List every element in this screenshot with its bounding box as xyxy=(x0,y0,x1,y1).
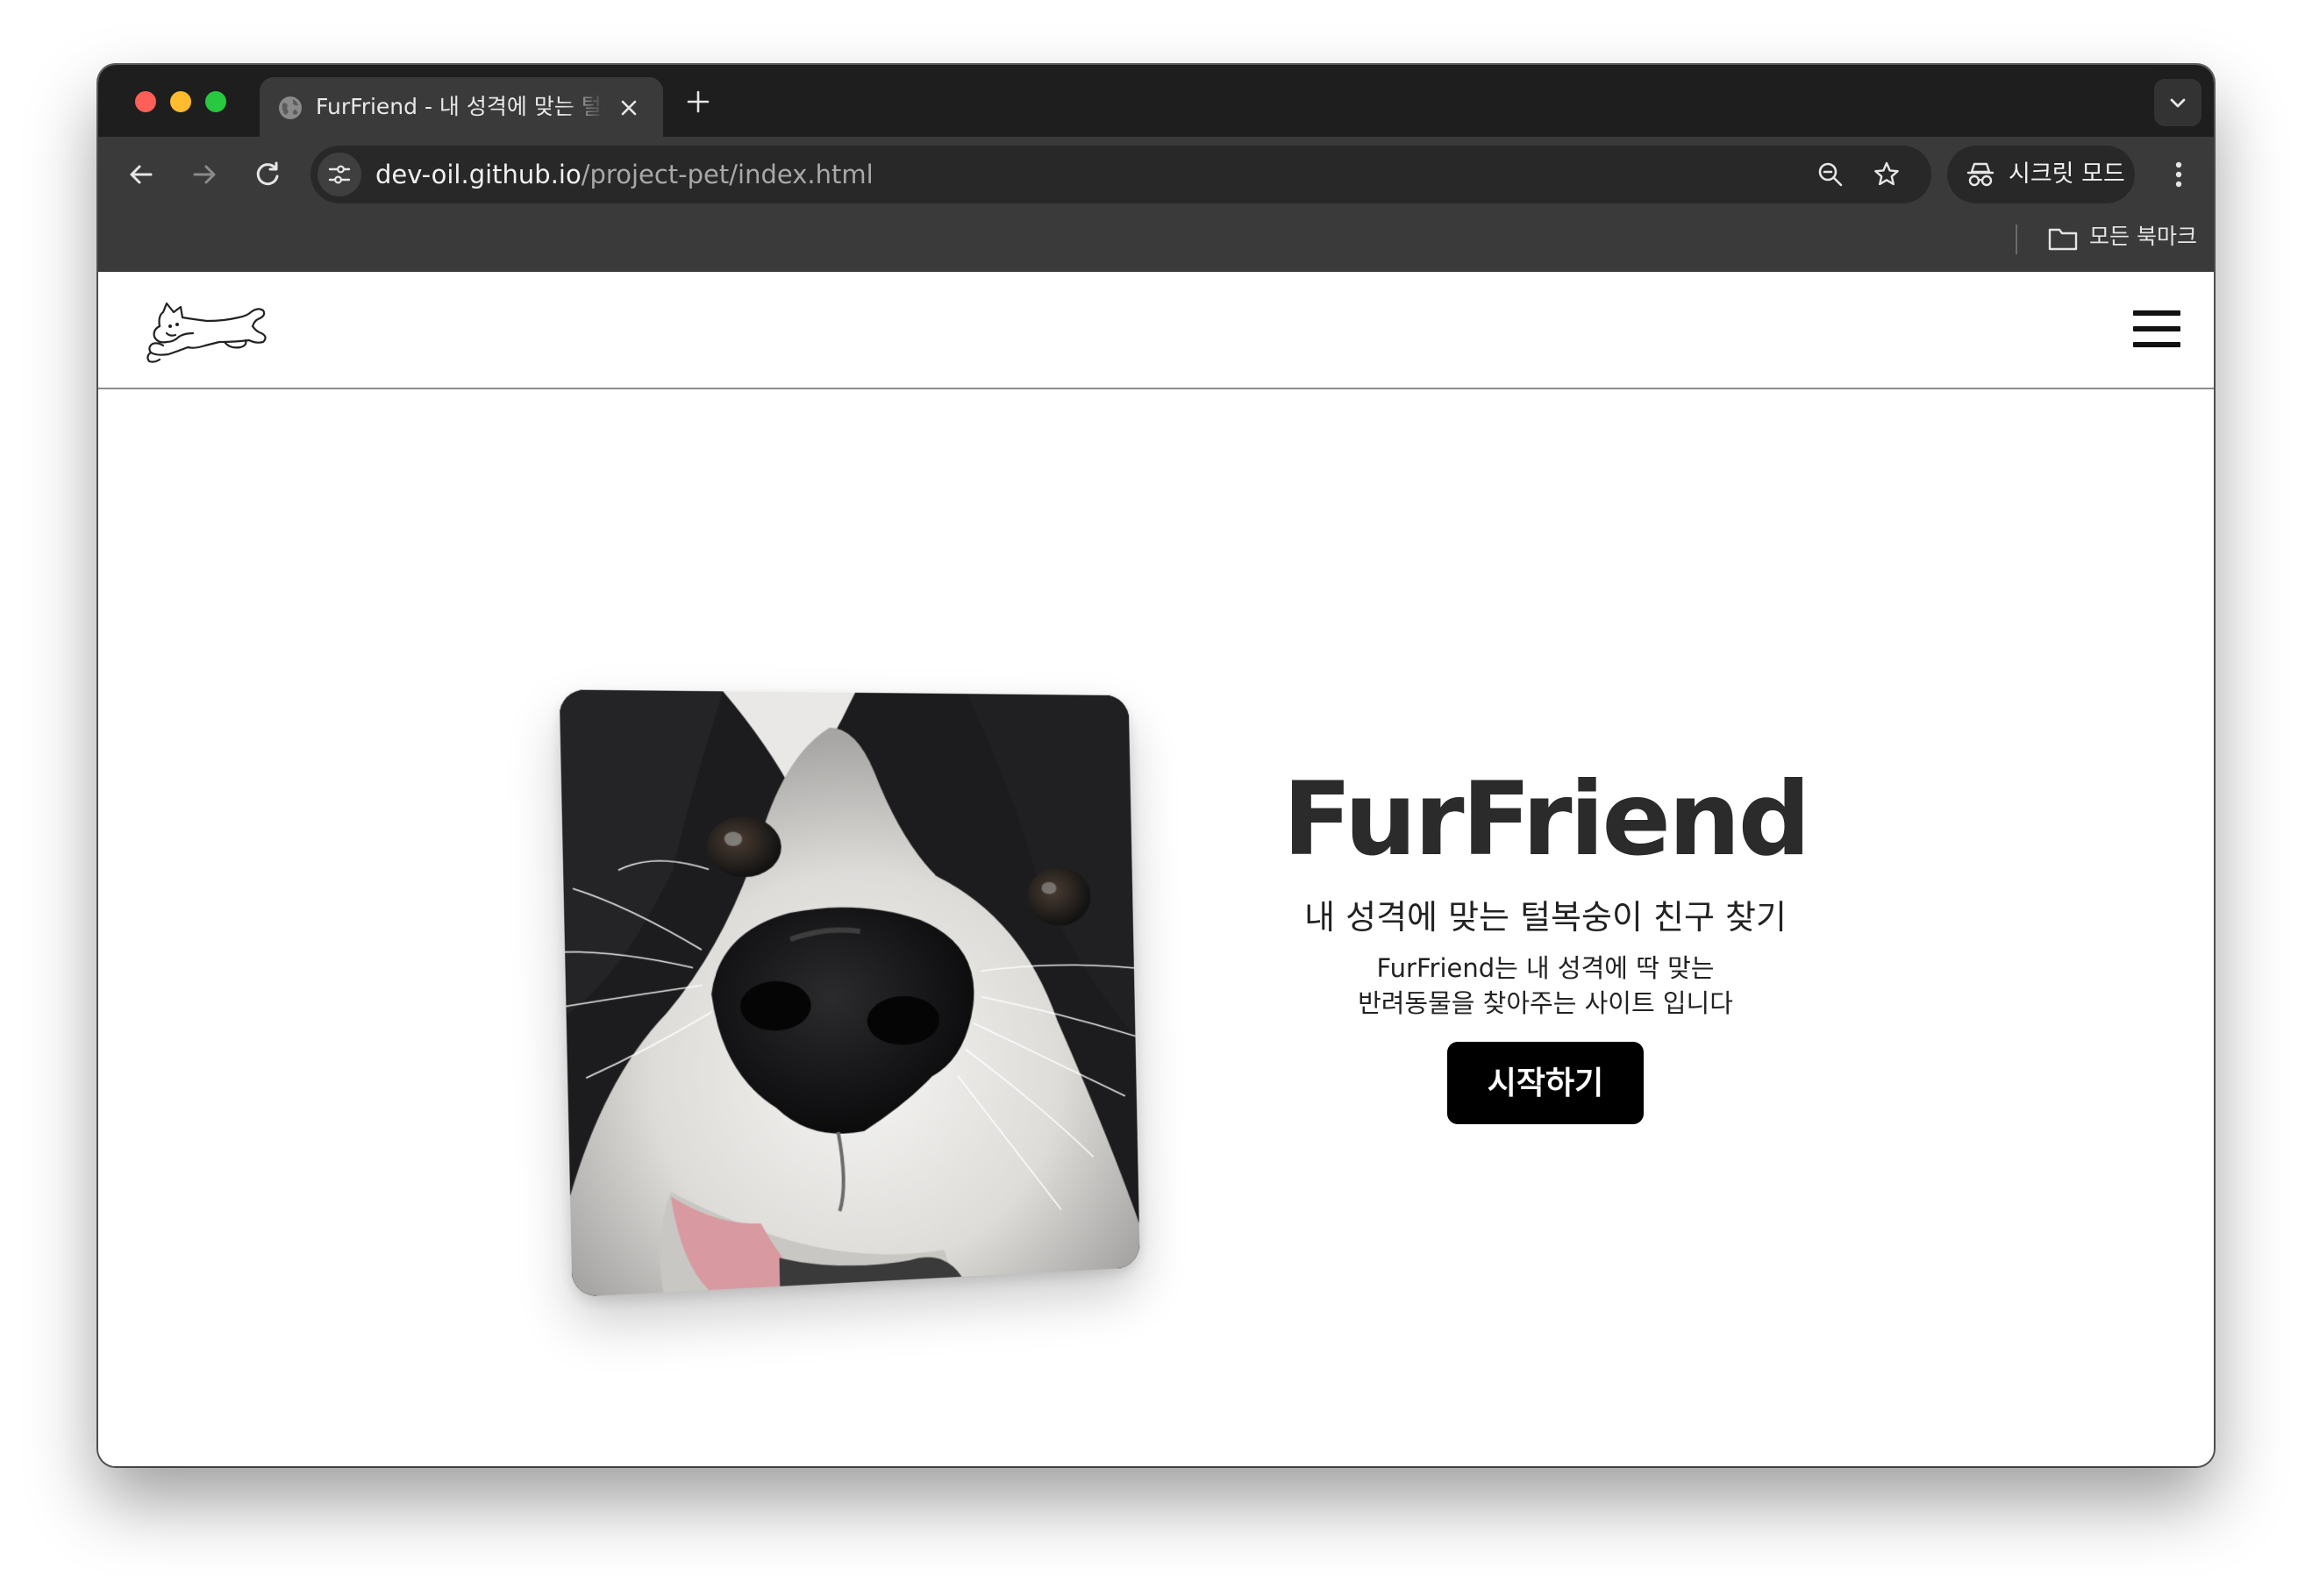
site-info-button[interactable] xyxy=(318,153,361,196)
url-path: /project-pet/index.html xyxy=(582,160,874,189)
hamburger-menu-icon[interactable] xyxy=(2131,307,2184,351)
hero-subtitle: 내 성격에 맞는 털복숭이 친구 찾기 xyxy=(1230,896,1861,938)
tune-icon xyxy=(327,162,352,187)
hero-description-line-2: 반려동물을 찾아주는 사이트 입니다 xyxy=(1230,986,1861,1021)
hero-dog-image xyxy=(560,689,1140,1297)
hero-description: FurFriend는 내 성격에 딱 맞는 반려동물을 찾아주는 사이트 입니다 xyxy=(1230,951,1861,1021)
tab-title: FurFriend - 내 성격에 맞는 털복숭이 친구 찾기 xyxy=(316,91,605,123)
cat-logo-icon[interactable] xyxy=(144,291,275,372)
hero-text-block: FurFriend 내 성격에 맞는 털복숭이 친구 찾기 FurFriend는… xyxy=(1230,763,1861,1124)
bookmarks-divider xyxy=(2016,224,2017,254)
incognito-icon xyxy=(1966,161,1994,188)
chevron-down-icon xyxy=(2167,92,2188,113)
bookmarks-bar: 모든 북마크 xyxy=(98,212,2214,272)
tab-strip: FurFriend - 내 성격에 맞는 털복숭이 친구 찾기 xyxy=(98,65,2214,137)
back-arrow-icon[interactable] xyxy=(123,156,160,193)
zoom-icon[interactable] xyxy=(1816,160,1845,189)
maximize-window-button[interactable] xyxy=(205,91,226,112)
site-header xyxy=(98,272,2214,389)
url-host: dev-oil.github.io xyxy=(375,160,582,189)
url-text[interactable]: dev-oil.github.io/project-pet/index.html xyxy=(375,158,874,191)
folder-icon[interactable] xyxy=(2047,224,2079,253)
incognito-badge[interactable]: 시크릿 모드 xyxy=(1947,146,2135,203)
browser-toolbar: dev-oil.github.io/project-pet/index.html… xyxy=(98,137,2214,212)
start-button[interactable]: 시작하기 xyxy=(1447,1042,1644,1124)
globe-icon xyxy=(277,95,303,121)
close-window-button[interactable] xyxy=(135,91,156,112)
all-bookmarks-link[interactable]: 모든 북마크 xyxy=(2089,221,2197,253)
close-tab-icon[interactable] xyxy=(616,95,642,121)
minimize-window-button[interactable] xyxy=(170,91,191,112)
bookmark-star-icon[interactable] xyxy=(1872,160,1902,189)
hero-title: FurFriend xyxy=(1230,763,1861,877)
reload-icon[interactable] xyxy=(249,156,286,193)
more-menu-icon[interactable] xyxy=(2161,156,2196,193)
web-page: FurFriend 내 성격에 맞는 털복숭이 친구 찾기 FurFriend는… xyxy=(98,272,2214,1466)
forward-arrow-icon[interactable] xyxy=(186,156,223,193)
address-bar[interactable]: dev-oil.github.io/project-pet/index.html xyxy=(310,146,1931,203)
incognito-label: 시크릿 모드 xyxy=(2009,158,2125,191)
hero-description-line-1: FurFriend는 내 성격에 딱 맞는 xyxy=(1230,951,1861,986)
new-tab-icon[interactable] xyxy=(684,88,712,116)
browser-tab[interactable]: FurFriend - 내 성격에 맞는 털복숭이 친구 찾기 xyxy=(260,77,663,137)
browser-window: FurFriend - 내 성격에 맞는 털복숭이 친구 찾기 xyxy=(98,65,2214,1466)
tab-search-button[interactable] xyxy=(2154,79,2201,126)
